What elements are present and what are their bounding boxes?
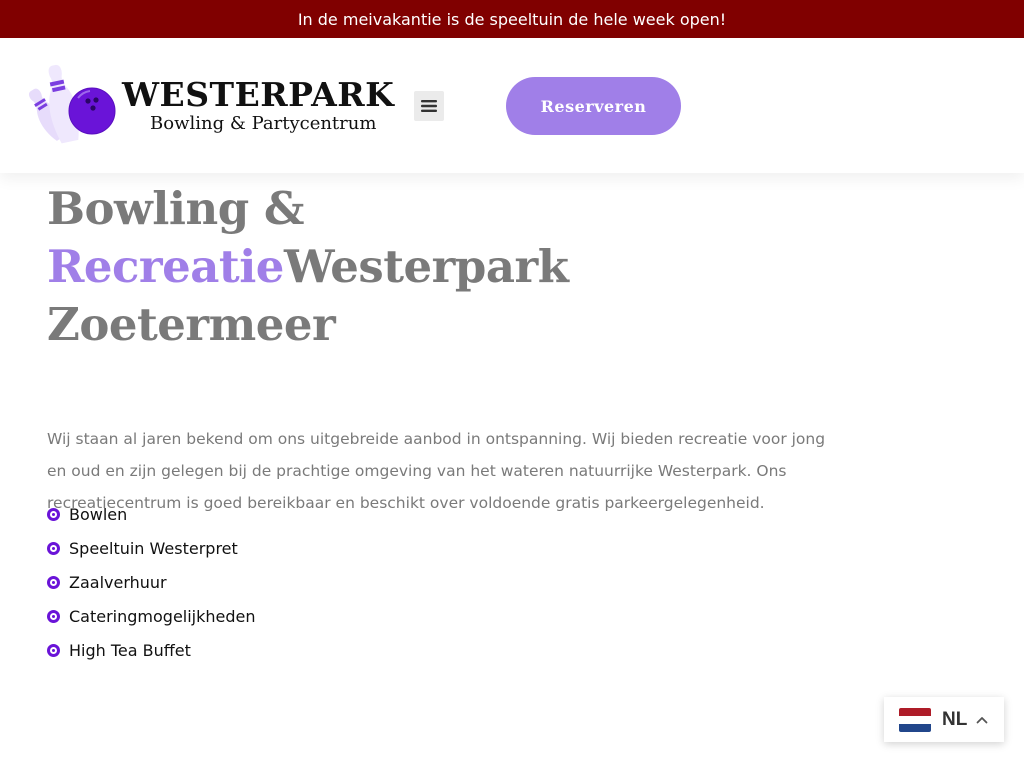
bullet-icon bbox=[47, 507, 60, 521]
hero-title-part1: Bowling & bbox=[47, 182, 304, 235]
site-logo[interactable]: WESTERPARK Bowling & Partycentrum bbox=[20, 56, 394, 156]
chevron-up-icon bbox=[976, 716, 988, 723]
feature-label: Bowlen bbox=[69, 504, 128, 524]
hamburger-menu-icon bbox=[421, 100, 437, 112]
list-item: Speeltuin Westerpret bbox=[47, 531, 256, 565]
list-item: Bowlen bbox=[47, 497, 256, 531]
list-item: Cateringmogelijkheden bbox=[47, 599, 256, 633]
site-header: WESTERPARK Bowling & Partycentrum Reserv… bbox=[0, 38, 1024, 173]
list-item: High Tea Buffet bbox=[47, 633, 256, 667]
bullet-icon bbox=[47, 643, 60, 657]
language-switcher[interactable]: NL bbox=[884, 697, 1004, 742]
language-code: NL bbox=[942, 708, 968, 730]
logo-subtitle: Bowling & Partycentrum bbox=[150, 113, 377, 134]
hero-title: Bowling & RecreatieWesterpark Zoetermeer bbox=[47, 180, 807, 354]
announcement-bar: In de meivakantie is de speeltuin de hel… bbox=[0, 0, 1024, 38]
menu-toggle-button[interactable] bbox=[414, 91, 444, 121]
netherlands-flag-icon bbox=[899, 707, 931, 732]
feature-label: Cateringmogelijkheden bbox=[69, 606, 256, 626]
features-list: Bowlen Speeltuin Westerpret Zaalverhuur … bbox=[47, 497, 256, 667]
logo-wordmark: WESTERPARK Bowling & Partycentrum bbox=[122, 77, 394, 135]
bullet-icon bbox=[47, 541, 60, 555]
feature-label: High Tea Buffet bbox=[69, 640, 191, 660]
bullet-icon bbox=[47, 575, 60, 589]
list-item: Zaalverhuur bbox=[47, 565, 256, 599]
hero-title-accent: Recreatie bbox=[47, 240, 284, 293]
reserve-button[interactable]: Reserveren bbox=[506, 77, 681, 135]
feature-label: Speeltuin Westerpret bbox=[69, 538, 238, 558]
logo-title: WESTERPARK bbox=[122, 75, 395, 114]
feature-label: Zaalverhuur bbox=[69, 572, 167, 592]
bullet-icon bbox=[47, 609, 60, 623]
bowling-pins-logo-icon bbox=[28, 64, 116, 144]
announcement-text: In de meivakantie is de speeltuin de hel… bbox=[297, 9, 727, 29]
